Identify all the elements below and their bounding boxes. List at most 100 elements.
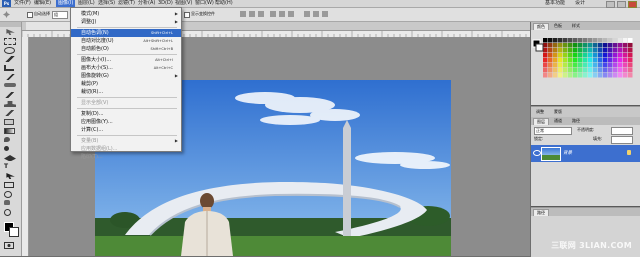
color-swatch [608,63,613,68]
healing-brush-icon[interactable] [4,83,16,87]
image-menu-item[interactable]: 复制(D)... [71,110,181,118]
image-menu-item[interactable]: 自动颜色(O) Shift+Ctrl+B [71,45,181,53]
color-swatch [578,68,583,73]
brush-tool-icon[interactable] [4,92,16,98]
menu-edit[interactable]: 编辑(E) [34,0,51,7]
menu-image[interactable]: 图像(I) [56,0,76,7]
background-color-swatch[interactable] [9,227,19,237]
shape-tool-icon[interactable] [4,182,14,188]
color-swatch [558,48,563,53]
menu-filter[interactable]: 滤镜(T) [118,0,135,7]
tab-channels[interactable]: 通道 [551,118,565,124]
type-tool-icon[interactable]: T [4,164,16,170]
auto-select-dropdown[interactable]: 组 [52,11,68,19]
align-center-icon[interactable] [279,11,285,17]
menu-item-label: 陷印(T)... [81,154,103,160]
tab-paths-bottom[interactable]: 路径 [533,209,549,216]
move-tool-icon[interactable] [6,29,15,35]
fill-field[interactable] [611,136,633,144]
color-swatch [613,63,618,68]
lasso-tool-icon[interactable] [4,47,15,54]
blur-tool-icon[interactable] [4,137,10,142]
eyedropper-icon[interactable] [4,74,16,80]
color-swatch [628,43,633,48]
tab-swatches[interactable]: 色板 [551,23,565,29]
auto-select-checkbox[interactable] [27,12,33,18]
path-select-icon[interactable] [6,173,15,179]
color-swatch [603,38,608,43]
align-left-icon[interactable] [270,11,276,17]
submenu-arrow-icon: ▶ [174,73,178,78]
image-menu-item[interactable]: 计算(C)... [71,126,181,134]
color-swatch [543,63,548,68]
magic-wand-icon[interactable] [4,56,16,62]
opacity-field[interactable] [611,127,633,135]
3d-rotate-icon[interactable] [4,191,12,198]
image-menu-item[interactable]: 裁切(R)... [71,88,181,96]
visibility-eye-icon[interactable] [533,150,541,156]
blend-mode-select[interactable]: 正常 [534,127,572,135]
image-menu-item[interactable]: 自动对比度(U) Alt+Shift+Ctrl+L [71,37,181,45]
workspace-basic[interactable]: 基本功能 [545,0,565,7]
submenu-arrow-icon: ▶ [174,19,178,24]
menu-help[interactable]: 帮助(H) [215,0,233,7]
pen-tool-icon[interactable] [4,155,16,161]
gradient-tool-icon[interactable] [4,128,15,134]
image-menu-item[interactable]: 调整(J) ▶ [71,18,181,26]
image-menu-item[interactable]: 应用图像(Y)... [71,118,181,126]
eraser-icon[interactable] [4,119,14,125]
zoom-tool-icon[interactable] [4,209,11,216]
image-menu-item[interactable]: 裁剪(P) [71,80,181,88]
history-brush-icon[interactable] [4,110,16,116]
minimize-icon[interactable] [606,1,615,8]
tab-adjustments[interactable]: 调整 [533,109,547,115]
align-right-icon[interactable] [288,11,294,17]
image-menu-item[interactable]: 自动色调(N) Shift+Ctrl+L [71,29,181,37]
distribute-icon[interactable] [304,11,310,17]
image-menu-item: 应用数据组(L)... [71,145,181,153]
workspace-design[interactable]: 设计 [575,0,585,7]
tab-styles[interactable]: 样式 [569,23,583,29]
move-tool-icon[interactable] [3,11,10,18]
menu-analysis[interactable]: 分析(A) [138,0,155,7]
color-swatch [563,63,568,68]
color-swatch [623,38,628,43]
hand-tool-icon[interactable] [4,200,10,205]
align-top-icon[interactable] [240,11,246,17]
image-menu-item[interactable]: 画布大小(S)... Alt+Ctrl+C [71,64,181,72]
tab-layers[interactable]: 图层 [533,118,549,125]
show-transform-checkbox[interactable] [184,12,190,18]
menu-select[interactable]: 选择(S) [98,0,115,7]
marquee-tool-icon[interactable] [4,38,16,45]
close-icon[interactable] [628,1,637,8]
dodge-tool-icon[interactable] [4,146,9,151]
menu-item-shortcut: Shift+Ctrl+B [150,47,173,51]
layer-row-background[interactable]: 背景 [531,145,640,162]
menu-item-shortcut: Alt+Ctrl+C [153,66,173,70]
app-logo: Ps [2,0,11,7]
menu-file[interactable]: 文件(F) [14,0,31,7]
tab-paths[interactable]: 路径 [569,118,583,124]
menu-3d[interactable]: 3D(D) [158,0,173,7]
color-swatch [588,38,593,43]
menu-layer[interactable]: 图层(L) [78,0,95,7]
crop-tool-icon[interactable] [4,65,14,71]
image-menu-item[interactable]: 图像大小(I)... Alt+Ctrl+I [71,56,181,64]
align-bottom-icon[interactable] [258,11,264,17]
clone-stamp-icon[interactable] [4,101,16,107]
tab-color[interactable]: 颜色 [533,23,549,30]
distribute-3-icon[interactable] [322,11,328,17]
align-middle-icon[interactable] [249,11,255,17]
image-menu-item: 显示全部(V) [71,99,181,107]
menu-window[interactable]: 窗口(W) [195,0,214,7]
menu-item-label: 应用数据组(L)... [81,146,118,152]
maximize-icon[interactable] [617,1,626,8]
menu-view[interactable]: 视图(V) [175,0,192,7]
tab-masks[interactable]: 蒙版 [551,109,565,115]
quick-mask-icon[interactable] [4,242,14,249]
image-menu-item[interactable]: 模式(M) ▶ [71,10,181,18]
image-menu-item[interactable]: 图像旋转(G) ▶ [71,72,181,80]
distribute-2-icon[interactable] [313,11,319,17]
color-swatch [563,58,568,63]
color-swatch [598,68,603,73]
